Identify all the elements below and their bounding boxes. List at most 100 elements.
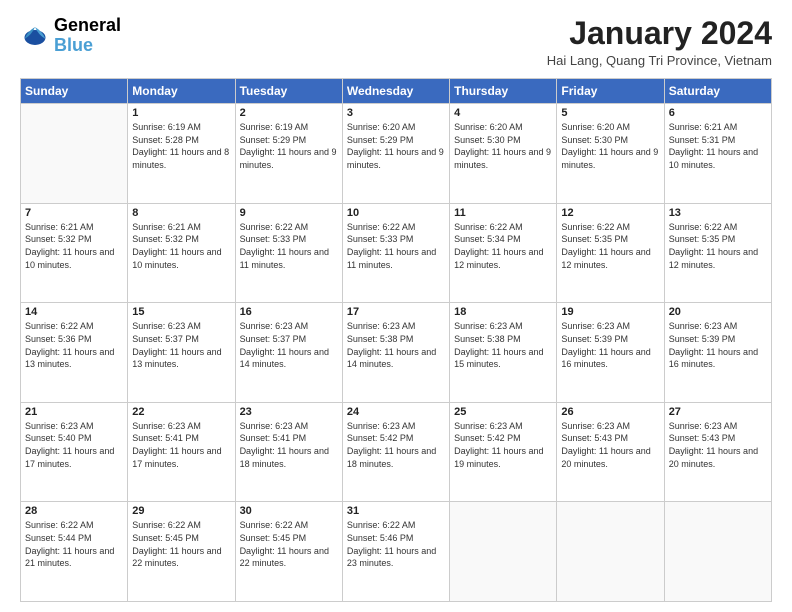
- day-number: 31: [347, 505, 445, 517]
- day-info: Sunrise: 6:22 AM Sunset: 5:35 PM Dayligh…: [669, 221, 767, 271]
- day-number: 20: [669, 306, 767, 318]
- calendar-cell: 17Sunrise: 6:23 AM Sunset: 5:38 PM Dayli…: [342, 303, 449, 403]
- day-number: 13: [669, 207, 767, 219]
- day-number: 18: [454, 306, 552, 318]
- calendar-cell: 16 Sunrise: 6:23 AM Sunset: 5:37 PM Dayli…: [235, 303, 342, 403]
- day-number: 25: [454, 406, 552, 418]
- day-info: Sunrise: 6:21 AM Sunset: 5:32 PM Dayligh…: [25, 221, 123, 271]
- day-number: 9: [240, 207, 338, 219]
- day-number: 8: [132, 207, 230, 219]
- day-info: Sunrise: 6:22 AM Sunset: 5:45 PM Dayligh…: [132, 519, 230, 569]
- day-number: 5: [561, 107, 659, 119]
- day-number: 30: [240, 505, 338, 517]
- day-number: 7: [25, 207, 123, 219]
- day-info: Sunrise: 6:23 AM Sunset: 5:38 PM Dayligh…: [454, 320, 552, 370]
- day-number: 15: [132, 306, 230, 318]
- calendar-cell: 1 Sunrise: 6:19 AM Sunset: 5:28 PM Daylig…: [128, 104, 235, 204]
- calendar-cell: 3 Sunrise: 6:20 AM Sunset: 5:29 PM Daylig…: [342, 104, 449, 204]
- calendar-cell: 6 Sunrise: 6:21 AM Sunset: 5:31 PM Daylig…: [664, 104, 771, 204]
- day-info: Sunrise: 6:23 AM Sunset: 5:41 PM Dayligh…: [240, 420, 338, 470]
- calendar-cell: [557, 502, 664, 602]
- calendar-cell: 28 Sunrise: 6:22 AM Sunset: 5:44 PM Dayli…: [21, 502, 128, 602]
- week-row-5: 28 Sunrise: 6:22 AM Sunset: 5:44 PM Dayli…: [21, 502, 772, 602]
- calendar-cell: 7 Sunrise: 6:21 AM Sunset: 5:32 PM Daylig…: [21, 203, 128, 303]
- calendar-cell: 15Sunrise: 6:23 AM Sunset: 5:37 PM Dayli…: [128, 303, 235, 403]
- week-row-3: 14 Sunrise: 6:22 AM Sunset: 5:36 PM Dayli…: [21, 303, 772, 403]
- calendar-cell: 11 Sunrise: 6:22 AM Sunset: 5:34 PM Dayli…: [450, 203, 557, 303]
- day-info: Sunrise: 6:23 AM Sunset: 5:37 PM Dayligh…: [240, 320, 338, 370]
- calendar-cell: 5 Sunrise: 6:20 AM Sunset: 5:30 PM Daylig…: [557, 104, 664, 204]
- day-info: Sunrise: 6:22 AM Sunset: 5:33 PM Dayligh…: [347, 221, 445, 271]
- calendar-cell: [21, 104, 128, 204]
- day-number: 1: [132, 107, 230, 119]
- week-row-2: 7 Sunrise: 6:21 AM Sunset: 5:32 PM Daylig…: [21, 203, 772, 303]
- day-info: Sunrise: 6:20 AM Sunset: 5:30 PM Dayligh…: [561, 121, 659, 171]
- title-block: January 2024 Hai Lang, Quang Tri Provinc…: [547, 16, 772, 68]
- week-row-4: 21 Sunrise: 6:23 AM Sunset: 5:40 PM Dayli…: [21, 402, 772, 502]
- page: General Blue January 2024 Hai Lang, Quan…: [0, 0, 792, 612]
- logo-text: General Blue: [54, 16, 121, 56]
- day-info: Sunrise: 6:23 AM Sunset: 5:42 PM Dayligh…: [347, 420, 445, 470]
- day-number: 2: [240, 107, 338, 119]
- day-info: Sunrise: 6:23 AM Sunset: 5:38 PM Dayligh…: [347, 320, 445, 370]
- calendar-cell: [450, 502, 557, 602]
- day-number: 16: [240, 306, 338, 318]
- day-number: 26: [561, 406, 659, 418]
- calendar-cell: 29 Sunrise: 6:22 AM Sunset: 5:45 PM Dayli…: [128, 502, 235, 602]
- header: General Blue January 2024 Hai Lang, Quan…: [20, 16, 772, 68]
- day-header-sunday: Sunday: [21, 79, 128, 104]
- calendar-table: SundayMondayTuesdayWednesdayThursdayFrid…: [20, 78, 772, 602]
- day-number: 10: [347, 207, 445, 219]
- day-header-friday: Friday: [557, 79, 664, 104]
- day-number: 11: [454, 207, 552, 219]
- day-number: 24: [347, 406, 445, 418]
- calendar-cell: 23 Sunrise: 6:23 AM Sunset: 5:41 PM Dayli…: [235, 402, 342, 502]
- day-info: Sunrise: 6:21 AM Sunset: 5:32 PM Dayligh…: [132, 221, 230, 271]
- calendar-cell: 14 Sunrise: 6:22 AM Sunset: 5:36 PM Dayli…: [21, 303, 128, 403]
- day-info: Sunrise: 6:23 AM Sunset: 5:40 PM Dayligh…: [25, 420, 123, 470]
- day-info: Sunrise: 6:19 AM Sunset: 5:28 PM Dayligh…: [132, 121, 230, 171]
- main-title: January 2024: [547, 16, 772, 51]
- day-info: Sunrise: 6:22 AM Sunset: 5:44 PM Dayligh…: [25, 519, 123, 569]
- day-info: Sunrise: 6:19 AM Sunset: 5:29 PM Dayligh…: [240, 121, 338, 171]
- day-number: 28: [25, 505, 123, 517]
- day-number: 6: [669, 107, 767, 119]
- calendar-header: SundayMondayTuesdayWednesdayThursdayFrid…: [21, 79, 772, 104]
- calendar-cell: 24 Sunrise: 6:23 AM Sunset: 5:42 PM Dayli…: [342, 402, 449, 502]
- day-number: 3: [347, 107, 445, 119]
- calendar-cell: 18 Sunrise: 6:23 AM Sunset: 5:38 PM Dayli…: [450, 303, 557, 403]
- calendar-cell: 12Sunrise: 6:22 AM Sunset: 5:35 PM Dayli…: [557, 203, 664, 303]
- calendar-cell: 31 Sunrise: 6:22 AM Sunset: 5:46 PM Dayli…: [342, 502, 449, 602]
- day-header-saturday: Saturday: [664, 79, 771, 104]
- day-header-monday: Monday: [128, 79, 235, 104]
- day-info: Sunrise: 6:23 AM Sunset: 5:43 PM Dayligh…: [669, 420, 767, 470]
- week-row-1: 1 Sunrise: 6:19 AM Sunset: 5:28 PM Daylig…: [21, 104, 772, 204]
- logo-line1: General: [54, 16, 121, 36]
- day-info: Sunrise: 6:23 AM Sunset: 5:39 PM Dayligh…: [669, 320, 767, 370]
- day-info: Sunrise: 6:22 AM Sunset: 5:34 PM Dayligh…: [454, 221, 552, 271]
- day-info: Sunrise: 6:20 AM Sunset: 5:29 PM Dayligh…: [347, 121, 445, 171]
- day-number: 23: [240, 406, 338, 418]
- calendar-cell: 9 Sunrise: 6:22 AM Sunset: 5:33 PM Daylig…: [235, 203, 342, 303]
- day-header-thursday: Thursday: [450, 79, 557, 104]
- day-number: 21: [25, 406, 123, 418]
- calendar-cell: 8 Sunrise: 6:21 AM Sunset: 5:32 PM Daylig…: [128, 203, 235, 303]
- calendar-cell: 4Sunrise: 6:20 AM Sunset: 5:30 PM Daylig…: [450, 104, 557, 204]
- day-info: Sunrise: 6:23 AM Sunset: 5:42 PM Dayligh…: [454, 420, 552, 470]
- calendar-cell: 21 Sunrise: 6:23 AM Sunset: 5:40 PM Dayli…: [21, 402, 128, 502]
- day-info: Sunrise: 6:22 AM Sunset: 5:46 PM Dayligh…: [347, 519, 445, 569]
- day-number: 29: [132, 505, 230, 517]
- day-info: Sunrise: 6:20 AM Sunset: 5:30 PM Dayligh…: [454, 121, 552, 171]
- calendar-cell: 10 Sunrise: 6:22 AM Sunset: 5:33 PM Dayli…: [342, 203, 449, 303]
- calendar-cell: [664, 502, 771, 602]
- day-header-tuesday: Tuesday: [235, 79, 342, 104]
- calendar-cell: 27Sunrise: 6:23 AM Sunset: 5:43 PM Dayli…: [664, 402, 771, 502]
- day-info: Sunrise: 6:21 AM Sunset: 5:31 PM Dayligh…: [669, 121, 767, 171]
- day-number: 14: [25, 306, 123, 318]
- logo: General Blue: [20, 16, 121, 56]
- day-info: Sunrise: 6:22 AM Sunset: 5:35 PM Dayligh…: [561, 221, 659, 271]
- calendar-cell: 20 Sunrise: 6:23 AM Sunset: 5:39 PM Dayli…: [664, 303, 771, 403]
- day-info: Sunrise: 6:22 AM Sunset: 5:36 PM Dayligh…: [25, 320, 123, 370]
- day-info: Sunrise: 6:23 AM Sunset: 5:39 PM Dayligh…: [561, 320, 659, 370]
- day-info: Sunrise: 6:22 AM Sunset: 5:33 PM Dayligh…: [240, 221, 338, 271]
